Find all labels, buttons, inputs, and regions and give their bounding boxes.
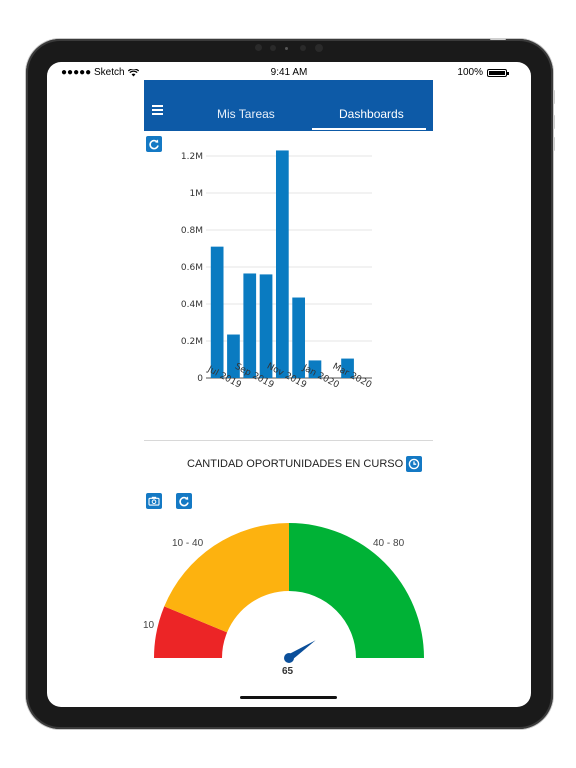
sensor-icon [270,45,276,51]
gauge-band-label-red: 10 [143,620,155,631]
front-camera-icon [255,44,262,51]
sensor-icon [300,45,306,51]
gauge-band-label-green: 40 - 80 [373,538,405,549]
app-screen: ●●●●● Sketch 9:41 AM 100% Mis Tareas Das… [47,62,531,707]
home-indicator [240,696,337,699]
gauge-value-label: 65 [282,666,294,677]
camera-lens-icon [315,44,323,52]
gauge-needle-hub [284,653,294,663]
gauge-chart [154,523,424,663]
gauge-band-label-yellow: 10 - 40 [172,538,204,549]
volume-button [553,90,555,104]
sensor-dot-icon [285,47,288,50]
power-button [490,38,506,40]
volume-button [553,137,555,151]
volume-button [553,115,555,129]
